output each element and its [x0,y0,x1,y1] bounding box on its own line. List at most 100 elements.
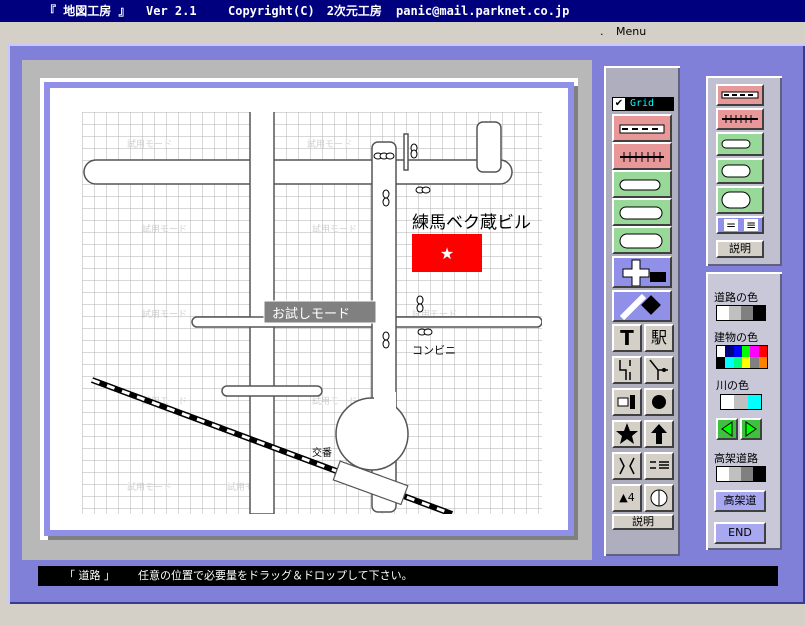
road-style-rounded-3-button[interactable] [612,226,672,254]
convenience-store-label[interactable]: コンビニ [412,344,456,357]
title-bar: 『 地図工房 』 Ver 2.1 Copyright(C) 2次元工房 pani… [0,0,805,22]
end-button-label: END [728,526,752,539]
line-style-tool-button[interactable] [644,452,674,480]
building-color-swatch[interactable] [725,357,734,368]
road-color-swatches[interactable] [716,305,766,321]
rounded-road-icon [721,191,751,209]
trial-mode-label: お試しモード [272,306,350,322]
corner-road-tool-button[interactable] [612,356,642,384]
road-style-dashed-button[interactable] [612,114,672,142]
style-rounded-3-button[interactable] [716,186,764,214]
elevated-road-swatch[interactable] [717,467,729,481]
style-track-button[interactable] [716,108,764,130]
diagonal-road-tool-button[interactable] [612,290,672,322]
building-color-swatch[interactable] [733,357,742,368]
tool-help-button[interactable]: 説明 [612,514,674,530]
text-tool-icon: T [620,326,634,350]
star-icon [616,423,638,444]
status-mode: 「 道路 」 [64,569,115,582]
road-color-swatch[interactable] [753,306,765,320]
roundabout [335,397,409,471]
email-label: panic@mail.parknet.co.jp [396,4,570,18]
building-color-swatch[interactable] [758,346,767,357]
road-color-swatch[interactable] [729,306,741,320]
road-color-swatch[interactable] [717,306,729,320]
track-road-icon [620,152,664,162]
building-color-swatch[interactable] [741,357,751,368]
elevated-road-button[interactable]: 高架道 [714,490,766,512]
map-canvas[interactable]: 試用モード 試用モード 試用モード 試用モード 試用モード 試用モード 試用モー… [82,112,542,514]
signal-icon [415,186,431,194]
building-color-swatch[interactable] [717,357,726,368]
style-dashed-button[interactable] [716,84,764,106]
double-line-icon [650,461,669,469]
menu-button[interactable]: Menu [616,22,646,42]
prev-button[interactable] [716,418,738,440]
arrow-tool-button[interactable] [644,420,674,448]
river-color-swatch[interactable] [721,395,735,409]
road-style-track-button[interactable] [612,142,672,170]
status-message: 任意の位置で必要量をドラッグ＆ドロップして下さい。 [138,569,413,582]
building-color-swatch[interactable] [717,346,726,357]
river-color-swatch[interactable] [734,395,748,409]
number-tool-label: ▲4 [619,491,635,504]
river-color-swatch[interactable] [747,395,761,409]
rounded-road-icon [619,233,663,249]
grid-toggle[interactable]: ✔ Grid [612,97,674,111]
lane-toggle[interactable]: = ≡ [716,216,764,234]
watermark: 試用モード [127,138,172,150]
circle-line-tool-button[interactable] [644,484,674,512]
style-help-label: 説明 [729,242,751,255]
building-label[interactable]: 練馬ベク蔵ビル [412,213,531,233]
elevated-road-swatch[interactable] [729,467,741,481]
branch-road-tool-button[interactable] [644,356,674,384]
arrow-up-icon [651,424,667,444]
elevated-road-label: 高架道路 [714,452,758,465]
triple-equal-icon[interactable]: ≡ [744,219,759,231]
next-button[interactable] [740,418,762,440]
end-button[interactable]: END [714,522,766,544]
building-color-swatch[interactable] [725,346,734,357]
text-tool-button[interactable]: T [612,324,642,352]
river-color-swatches[interactable] [720,394,762,410]
grid-checkbox[interactable]: ✔ [613,98,625,110]
building-color-swatch[interactable] [750,357,759,368]
building-color-swatches[interactable] [716,345,768,369]
bridge-tool-button[interactable] [612,452,642,480]
rounded-road-icon [619,206,663,220]
corner-road-icon [619,360,631,380]
rounded-road-icon [721,164,751,178]
building-color-swatch[interactable] [758,357,767,368]
road-style-rounded-2-button[interactable] [612,198,672,226]
version-label: Ver 2.1 [146,4,197,18]
circle-tool-button[interactable] [644,388,674,416]
elevated-road-swatch[interactable] [753,467,765,481]
road-stub-right [476,121,502,173]
style-rounded-2-button[interactable] [716,158,764,184]
building-color-swatch[interactable] [741,346,751,357]
rect-building-tool-button[interactable] [612,388,642,416]
intersection-tool-button[interactable] [612,256,672,288]
number-tool-button[interactable]: ▲4 [612,484,642,512]
signal-icon [410,143,418,159]
diagonal-road-icon [619,293,661,321]
police-box-label[interactable]: 交番 [312,446,332,459]
building-color-swatch[interactable] [733,346,742,357]
style-help-button[interactable]: 説明 [716,240,764,258]
cross-icon [622,259,666,287]
watermark: 試用モード [127,481,172,493]
arrow-left-icon [721,421,733,437]
elevated-road-swatch[interactable] [741,467,753,481]
arrow-right-icon [745,421,757,437]
watermark: 試用モード [142,223,187,235]
elevated-road-swatches[interactable] [716,466,766,482]
star-tool-button[interactable] [612,420,642,448]
grid-label: Grid [630,98,655,109]
road-color-swatch[interactable] [741,306,753,320]
equal-icon[interactable]: = [724,219,739,231]
style-rounded-1-button[interactable] [716,132,764,156]
signal-icon [373,152,395,160]
building-color-swatch[interactable] [750,346,759,357]
road-style-rounded-1-button[interactable] [612,170,672,198]
station-tool-button[interactable]: 駅 [644,324,674,352]
